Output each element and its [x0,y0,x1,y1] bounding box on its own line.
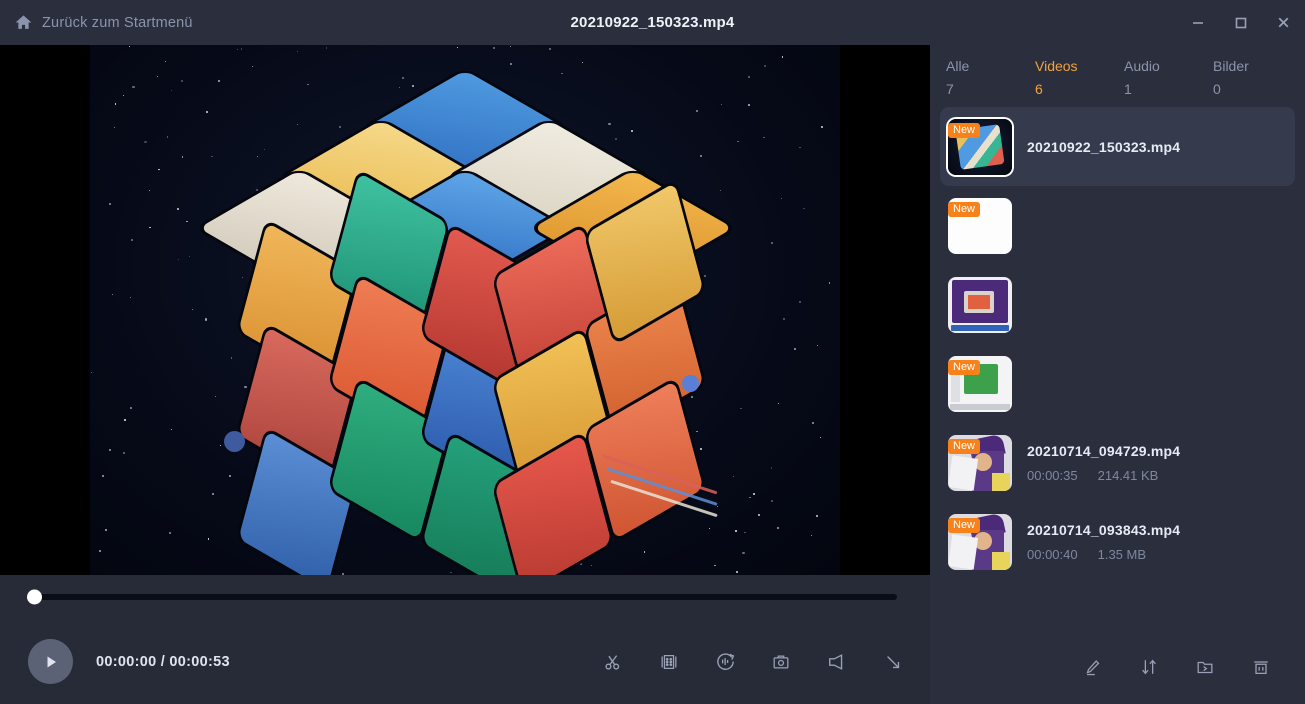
rename-button[interactable] [1079,653,1107,681]
tab-audio[interactable]: Audio 1 [1124,58,1213,107]
file-duration: 00:00:35 [1027,467,1078,483]
close-button[interactable] [1262,0,1305,45]
play-icon [47,656,56,667]
back-to-start-menu-label: Zurück zum Startmenü [42,14,193,31]
fullscreen-button[interactable] [878,647,908,677]
tab-videos[interactable]: Videos 6 [1035,58,1124,107]
sort-icon [1142,659,1156,675]
cut-button[interactable] [598,647,628,677]
file-meta: 20210714_094729.mp4 00:00:35 214.41 KB [1027,443,1180,483]
file-list-item[interactable]: New [940,344,1295,423]
back-to-start-menu-button[interactable]: Zurück zum Startmenü [0,0,193,45]
window-controls [1176,0,1305,45]
file-thumbnail[interactable]: New [948,197,1012,254]
time-display: 00:00:00 / 00:00:53 [96,653,230,670]
file-meta: 20210922_150323.mp4 [1027,139,1180,155]
file-list-item[interactable]: New 20210922_150323.mp4 [940,107,1295,186]
tab-count: 7 [946,81,954,97]
minimize-icon [1192,21,1203,24]
minimize-button[interactable] [1176,0,1219,45]
volume-icon [829,653,843,670]
extract-audio-icon [716,653,734,670]
file-thumbnail[interactable]: New [948,434,1012,491]
sidebar-footer [930,630,1305,704]
file-sub: 00:00:40 1.35 MB [1027,547,1180,562]
file-size: 1.35 MB [1097,546,1147,562]
new-badge: New [948,359,981,375]
tab-bilder[interactable]: Bilder 0 [1213,58,1302,107]
snapshot-button[interactable] [766,647,796,677]
cut-icon [605,654,620,670]
file-thumbnail[interactable]: New [948,513,1012,570]
file-thumbnail[interactable]: New [948,355,1012,412]
file-sub: 00:00:35 214.41 KB [1027,468,1180,483]
play-button[interactable] [28,639,73,684]
planet-decoration [682,375,699,392]
film-strip-button[interactable] [654,647,684,677]
new-badge: New [948,201,981,217]
file-name: 20210714_093843.mp4 [1027,521,1181,538]
new-badge: New [948,438,981,454]
main-body: 00:00:00 / 00:00:53 Alle 7 Videos 6 Audi… [0,45,1305,704]
progress-track[interactable] [27,589,897,605]
file-list-item[interactable]: New 20210714_094729.mp4 00:00:35 214.41 KB [940,423,1295,502]
planet-decoration [224,431,245,452]
fullscreen-icon [887,655,900,668]
file-list-item[interactable]: New [940,186,1295,265]
file-thumbnail[interactable]: New [948,118,1012,175]
tab-label: Videos [1035,58,1078,74]
media-tabs: Alle 7 Videos 6 Audio 1 Bilder 0 [930,45,1305,107]
delete-button[interactable] [1247,653,1275,681]
rename-icon [1086,660,1100,676]
file-name: 20210922_150323.mp4 [1027,138,1181,155]
window-title: 20210922_150323.mp4 [570,14,735,31]
title-bar: Zurück zum Startmenü 20210922_150323.mp4 [0,0,1305,45]
file-meta: 20210714_093843.mp4 00:00:40 1.35 MB [1027,522,1180,562]
media-file-list[interactable]: New 20210922_150323.mp4 New New New 20210714_… [930,107,1305,630]
media-sidebar: Alle 7 Videos 6 Audio 1 Bilder 0 New 20210922_15… [930,45,1305,704]
maximize-icon [1235,17,1246,28]
tab-label: Audio [1124,58,1160,74]
player-tool-icons [598,647,908,677]
playback-progress-row [0,575,930,619]
new-badge: New [948,517,981,533]
snapshot-icon [773,654,789,669]
tab-count: 1 [1124,81,1132,97]
file-size: 214.41 KB [1097,467,1159,483]
app-window: Zurück zum Startmenü 20210922_150323.mp4 [0,0,1305,704]
file-duration: 00:00:40 [1027,546,1078,562]
close-icon [1278,17,1289,28]
video-frame [90,45,840,575]
rubiks-cube-illustration [193,66,739,575]
file-list-item[interactable]: New 20210714_093843.mp4 00:00:40 1.35 MB [940,502,1295,581]
file-thumbnail[interactable] [948,276,1012,333]
progress-handle[interactable] [27,589,42,605]
tab-label: Alle [946,58,970,74]
open-folder-button[interactable] [1191,653,1219,681]
extract-audio-button[interactable] [710,647,740,677]
tab-alle[interactable]: Alle 7 [946,58,1035,107]
tab-count: 6 [1035,81,1043,97]
file-name: 20210714_094729.mp4 [1027,442,1181,459]
file-list-item[interactable] [940,265,1295,344]
tab-label: Bilder [1213,58,1249,74]
film-strip-icon [661,654,677,669]
new-badge: New [948,122,981,138]
playback-controls: 00:00:00 / 00:00:53 [0,619,930,704]
volume-button[interactable] [822,647,852,677]
open-folder-icon [1197,661,1213,674]
delete-icon [1254,661,1268,674]
sort-button[interactable] [1135,653,1163,681]
video-stage[interactable] [0,45,930,575]
home-icon [14,13,33,32]
maximize-button[interactable] [1219,0,1262,45]
player-panel: 00:00:00 / 00:00:53 [0,45,930,704]
thumbnail-image [948,276,1012,333]
tab-count: 0 [1213,81,1221,97]
